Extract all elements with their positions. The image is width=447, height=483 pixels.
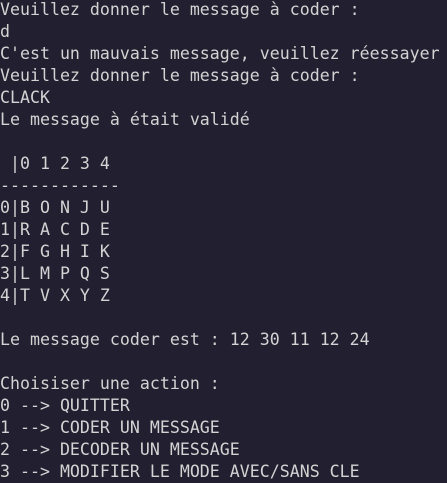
terminal-line: 1 --> CODER UN MESSAGE bbox=[0, 418, 220, 437]
terminal-line: |0 1 2 3 4 bbox=[0, 154, 110, 173]
terminal-line: Le message coder est : 12 30 11 12 24 bbox=[0, 330, 370, 349]
terminal-line: 2|F G H I K bbox=[0, 242, 110, 261]
terminal-line: 3|L M P Q S bbox=[0, 264, 110, 283]
terminal-line: C'est un mauvais message, veuillez réess… bbox=[0, 44, 440, 63]
terminal-line: Le message à était validé bbox=[0, 110, 250, 129]
terminal-line: 0|B O N J U bbox=[0, 198, 110, 217]
terminal-line: CLACK bbox=[0, 88, 50, 107]
terminal-line: d bbox=[0, 22, 10, 41]
terminal-line: 2 --> DECODER UN MESSAGE bbox=[0, 440, 240, 459]
terminal-line: ------------ bbox=[0, 176, 120, 195]
terminal-output[interactable]: Veuillez donner le message à coder : d C'e… bbox=[0, 0, 447, 483]
terminal-line: Veuillez donner le message à coder : bbox=[0, 66, 360, 85]
terminal-line: 0 --> QUITTER bbox=[0, 396, 130, 415]
terminal-line: 1|R A C D E bbox=[0, 220, 110, 239]
terminal-line: 3 --> MODIFIER LE MODE AVEC/SANS CLE bbox=[0, 462, 360, 481]
terminal-line: Veuillez donner le message à coder : bbox=[0, 0, 360, 19]
terminal-line: 4|T V X Y Z bbox=[0, 286, 110, 305]
terminal-line: Choisiser une action : bbox=[0, 374, 220, 393]
